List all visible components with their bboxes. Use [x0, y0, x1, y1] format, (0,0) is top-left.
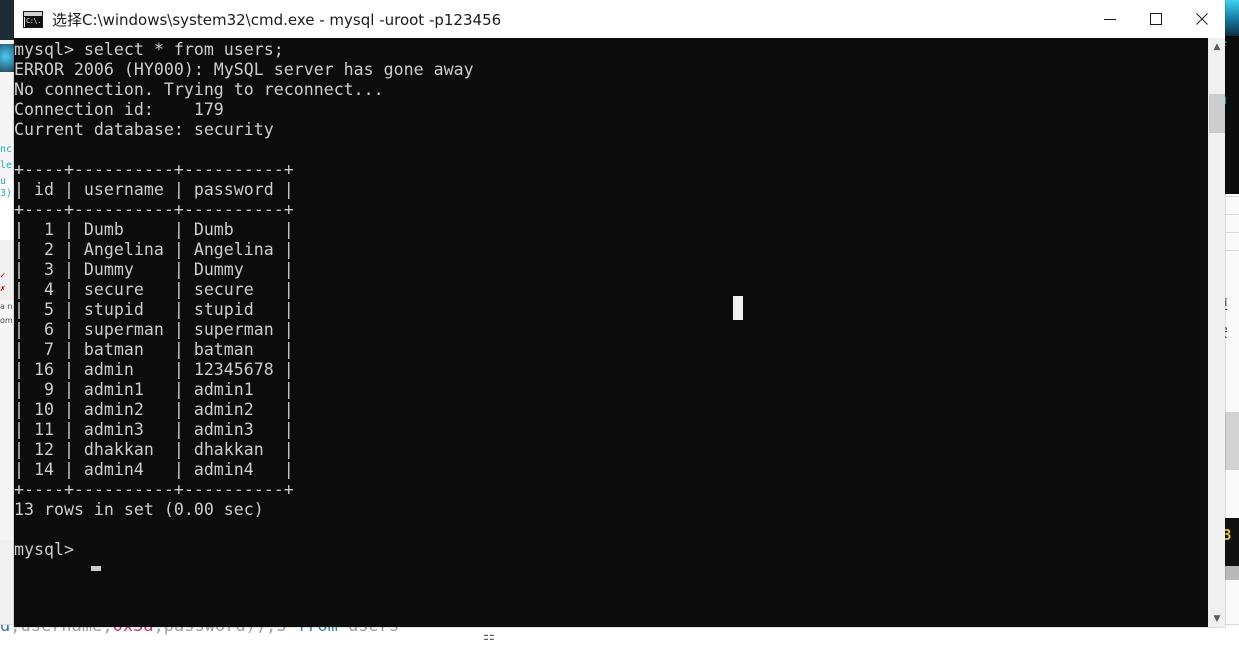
terminal-line: | 14 | admin4 | admin4 |	[14, 460, 294, 479]
terminal-output-area[interactable]: mysql> select * from users; ERROR 2006 (H…	[14, 38, 1225, 627]
terminal-line: | 10 | admin2 | admin2 |	[14, 400, 294, 419]
terminal-line: No connection. Trying to reconnect...	[14, 80, 384, 99]
terminal-line: | 7 | batman | batman |	[14, 340, 294, 359]
mouse-text-caret	[733, 296, 743, 320]
terminal-line: Current database: security	[14, 120, 274, 139]
background-code-token: d	[0, 624, 11, 636]
terminal-line: 13 rows in set (0.00 sec)	[14, 500, 264, 519]
terminal-cursor	[91, 566, 101, 571]
window-title-bar[interactable]: 选择C:\windows\system32\cmd.exe - mysql -u…	[14, 0, 1225, 38]
window-title: 选择C:\windows\system32\cmd.exe - mysql -u…	[52, 10, 502, 29]
minimize-icon	[1104, 19, 1116, 20]
close-icon	[1196, 13, 1208, 25]
scrollbar-thumb[interactable]	[1209, 94, 1225, 133]
terminal-line: | 6 | superman | superman |	[14, 320, 294, 339]
terminal-line: | 3 | Dummy | Dummy |	[14, 260, 294, 279]
close-button[interactable]	[1179, 0, 1225, 38]
terminal-text: mysql> select * from users; ERROR 2006 (H…	[14, 40, 474, 560]
maximize-button[interactable]	[1133, 0, 1179, 38]
terminal-line: Connection id: 179	[14, 100, 224, 119]
terminal-line: +----+----------+----------+	[14, 480, 294, 499]
terminal-line: mysql> select * from users;	[14, 40, 284, 59]
terminal-line: | 4 | secure | secure |	[14, 280, 294, 299]
terminal-line: | 16 | admin | 12345678 |	[14, 360, 294, 379]
minimize-button[interactable]	[1087, 0, 1133, 38]
terminal-line: | 11 | admin3 | admin3 |	[14, 420, 294, 439]
background-left-panel-line-1: om	[0, 316, 13, 325]
terminal-line: | 5 | stupid | stupid |	[14, 300, 294, 319]
terminal-line: | 2 | Angelina | Angelina |	[14, 240, 294, 259]
window-controls	[1087, 0, 1225, 38]
background-left-code-line-3: 3)	[0, 188, 13, 199]
cmd-console-icon	[23, 10, 43, 28]
terminal-line: | 9 | admin1 | admin1 |	[14, 380, 294, 399]
terminal-line: | 12 | dhakkan | dhakkan |	[14, 440, 294, 459]
scrollbar-up-button[interactable]: ▲	[1209, 38, 1225, 55]
background-left-panel-line-0: a n	[0, 302, 13, 311]
scrollbar-down-button[interactable]: ▼	[1209, 610, 1225, 627]
maximize-icon	[1150, 13, 1162, 25]
terminal-line: ERROR 2006 (HY000): MySQL server has gon…	[14, 60, 474, 79]
terminal-line: +----+----------+----------+	[14, 160, 294, 179]
terminal-scrollbar[interactable]: ▲ ▼	[1208, 38, 1225, 627]
background-editor-code-line: d,username,0x3a,password)),3 from users	[0, 624, 1239, 649]
terminal-line: +----+----------+----------+	[14, 200, 294, 219]
terminal-line: | 1 | Dumb | Dumb |	[14, 220, 294, 239]
background-left-panel: a n om	[0, 300, 15, 540]
background-app-icon	[0, 44, 14, 72]
terminal-line: mysql>	[14, 540, 84, 559]
cmd-console-window: 选择C:\windows\system32\cmd.exe - mysql -u…	[14, 0, 1225, 627]
terminal-line: | id | username | password |	[14, 180, 294, 199]
background-bottom-icon: ⚏	[483, 628, 495, 643]
